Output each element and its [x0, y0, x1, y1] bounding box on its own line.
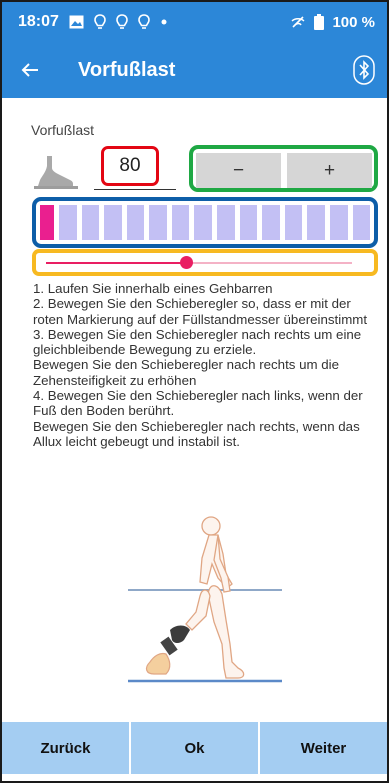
bottom-navigation: Zurück Ok Weiter	[2, 713, 387, 781]
gauge-segment	[239, 205, 258, 240]
battery-level: 100 %	[332, 13, 375, 31]
bulb-icon	[138, 13, 150, 29]
ok-button[interactable]: Ok	[131, 722, 258, 774]
gauge-segment	[149, 205, 167, 240]
status-icons	[69, 13, 168, 31]
value-display: 80	[101, 146, 159, 186]
foot-load-icon	[34, 154, 78, 190]
gauge-segment	[262, 205, 280, 240]
back-nav-button[interactable]: Zurück	[2, 722, 129, 774]
battery-icon	[314, 14, 325, 30]
gauge-segment	[307, 205, 325, 240]
app-screen: 18:07 100 % Vorfußlast Vorfußlast 80 − +…	[0, 0, 389, 783]
gauge-segment	[104, 205, 122, 240]
no-signal-icon	[291, 16, 305, 28]
decrease-button[interactable]: −	[196, 153, 281, 188]
gauge-segment	[217, 205, 235, 240]
slider-thumb[interactable]	[180, 256, 194, 269]
bulb-icon	[116, 13, 128, 29]
level-gauge	[32, 197, 378, 248]
arrow-left-icon	[21, 63, 38, 77]
gauge-segment	[329, 205, 348, 240]
gallery-icon	[69, 15, 84, 29]
gauge-marker	[40, 205, 54, 240]
status-time: 18:07	[18, 13, 59, 30]
gauge-segment	[284, 205, 303, 240]
status-bar: 18:07 100 %	[2, 2, 387, 42]
gauge-segments	[40, 205, 371, 240]
gauge-segment	[194, 205, 213, 240]
gauge-segment	[126, 205, 145, 240]
slider-fill	[46, 262, 187, 264]
bluetooth-icon	[353, 55, 375, 85]
back-button[interactable]	[2, 42, 58, 98]
bulb-icon	[94, 13, 106, 29]
value-underline	[94, 189, 176, 190]
gauge-segment	[59, 205, 77, 240]
gauge-segment	[81, 205, 100, 240]
load-slider[interactable]	[32, 249, 378, 276]
increase-button[interactable]: +	[287, 153, 372, 188]
instructions-text: 1. Laufen Sie innerhalb eines Gehbarren …	[33, 281, 368, 449]
walking-illustration	[114, 512, 294, 688]
bluetooth-button[interactable]	[353, 55, 375, 85]
status-right: 100 %	[290, 14, 375, 31]
page-title: Vorfußlast	[78, 58, 176, 81]
gauge-segment	[171, 205, 190, 240]
stepper-group: − +	[189, 145, 378, 192]
gauge-segment	[352, 205, 371, 240]
section-label: Vorfußlast	[31, 122, 95, 138]
app-bar: Vorfußlast	[2, 42, 387, 98]
dot-icon	[161, 19, 167, 25]
value-text: 80	[119, 155, 141, 176]
next-button[interactable]: Weiter	[260, 722, 387, 774]
